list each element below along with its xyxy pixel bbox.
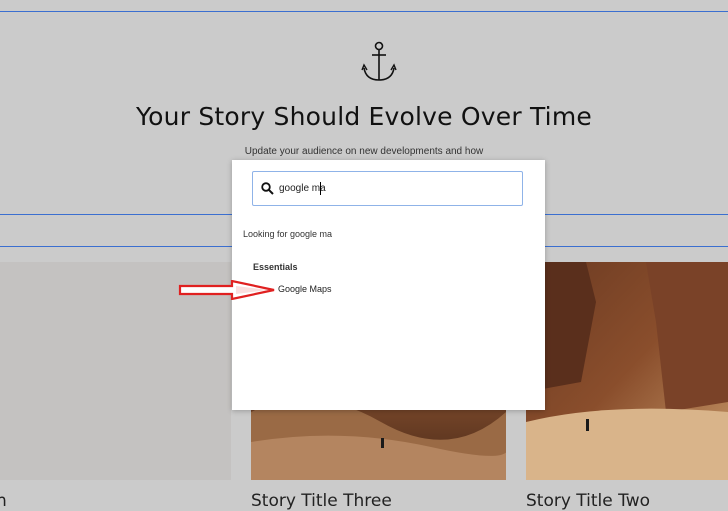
anchor-icon: [361, 41, 397, 81]
story-card-title-3[interactable]: Story Title Two: [526, 491, 650, 511]
search-box[interactable]: [252, 171, 523, 206]
story-card-title-1[interactable]: n: [0, 491, 7, 511]
red-arrow-icon: [178, 280, 275, 300]
section-label-essentials: Essentials: [253, 262, 298, 272]
desert-rocks-photo: [526, 262, 728, 480]
app-search-modal: Looking for google ma Essentials Google …: [232, 160, 545, 410]
guide-line-top: [0, 11, 728, 12]
hero-headline: Your Story Should Evolve Over Time: [136, 102, 592, 131]
result-google-maps[interactable]: Google Maps: [278, 284, 332, 294]
search-input[interactable]: [279, 179, 509, 197]
story-card-title-2[interactable]: Story Title Three: [251, 491, 392, 511]
text-caret: [320, 182, 321, 195]
hero-subline: Update your audience on new developments…: [244, 146, 484, 157]
story-card-image-3[interactable]: [526, 262, 728, 480]
looking-for-text: Looking for google ma: [243, 229, 333, 239]
search-icon: [261, 182, 274, 195]
